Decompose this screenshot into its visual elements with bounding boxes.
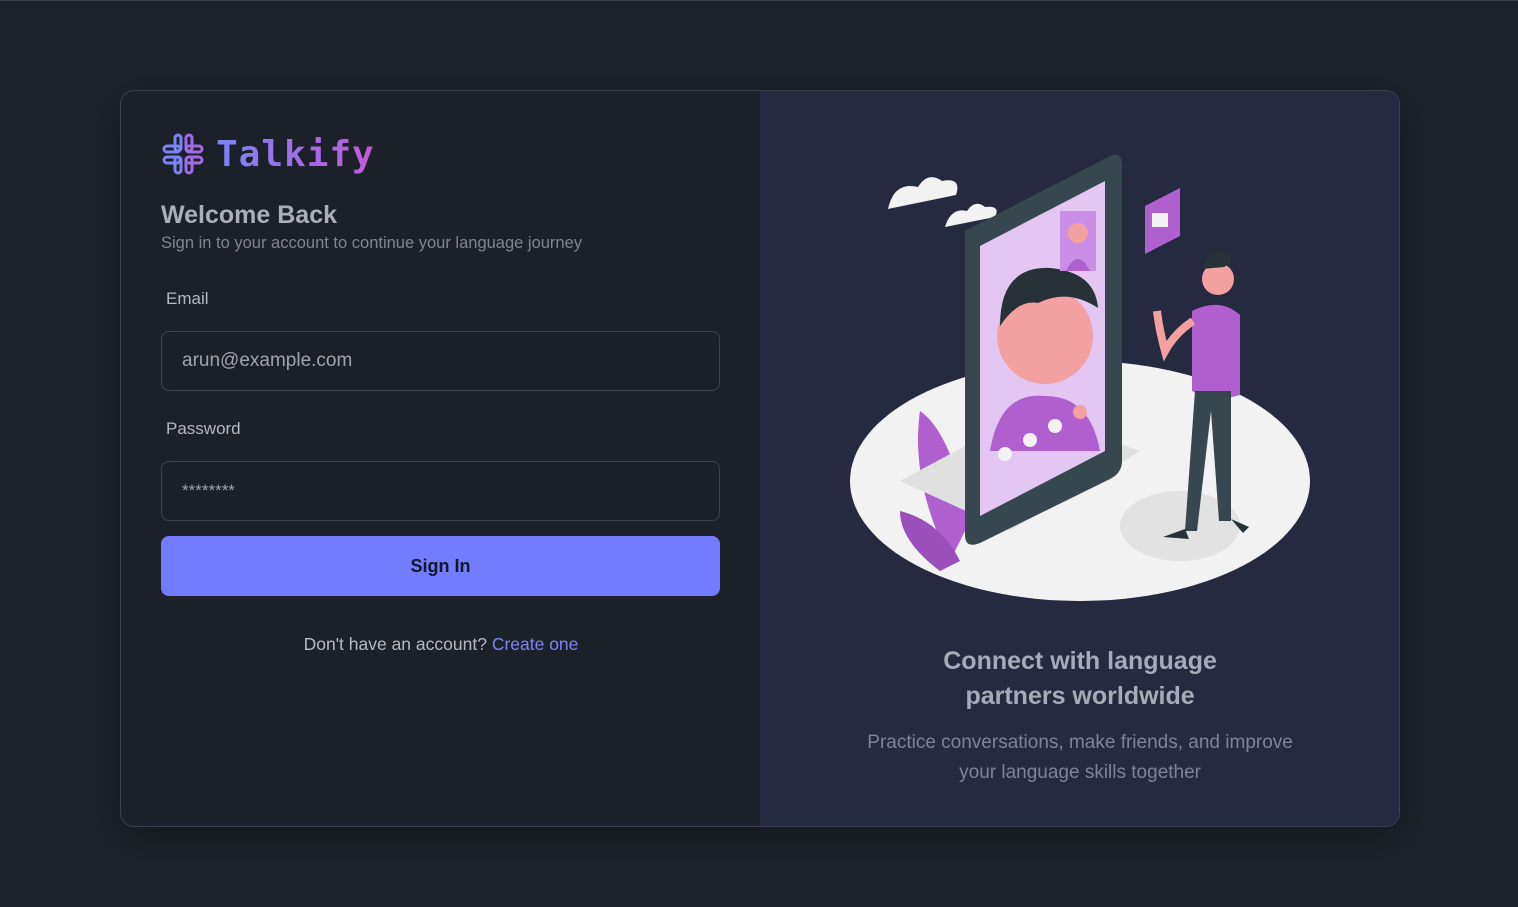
brand-name: Talkify <box>216 133 375 175</box>
password-value: ******** <box>182 481 235 500</box>
logo-icon <box>162 133 204 175</box>
login-card: Talkify Welcome Back Sign in to your acc… <box>120 90 1400 827</box>
promo-description: Practice conversations, make friends, an… <box>867 732 1293 783</box>
password-field[interactable]: ******** <box>161 461 720 521</box>
page-subtitle: Sign in to your account to continue your… <box>161 234 583 252</box>
email-field[interactable]: arun@example.com <box>161 331 720 391</box>
signup-prompt-text: Don't have an account? <box>303 634 487 654</box>
email-value: arun@example.com <box>182 350 353 371</box>
email-label: Email <box>166 289 209 308</box>
create-account-link[interactable]: Create one <box>492 634 579 654</box>
page-title: Welcome Back <box>161 201 338 229</box>
login-panel: Talkify Welcome Back Sign in to your acc… <box>121 91 760 826</box>
sign-in-button[interactable]: Sign In <box>161 536 720 596</box>
promo-panel: Connect with language partners worldwide… <box>760 91 1399 826</box>
video-call-illustration <box>850 154 1311 601</box>
password-label: Password <box>166 419 241 438</box>
signup-prompt: Don't have an account? Create one <box>121 634 761 655</box>
brand: Talkify <box>162 133 375 175</box>
promo-headline: Connect with language partners worldwide <box>943 647 1217 710</box>
